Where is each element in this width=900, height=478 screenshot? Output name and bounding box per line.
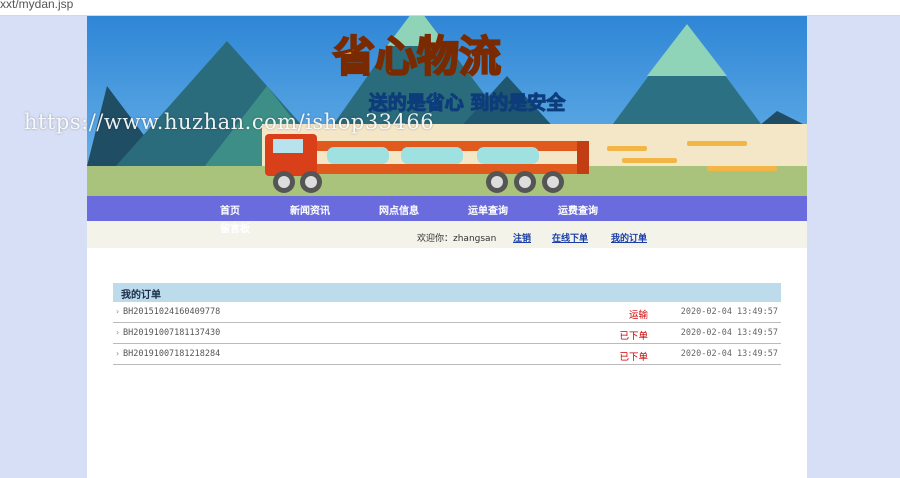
order-number[interactable]: BH20191007181218284 — [123, 349, 220, 359]
order-status: 已下单 — [619, 331, 648, 342]
url-text: xxt/mydan.jsp — [0, 0, 74, 11]
nav-outlets[interactable]: 网点信息 — [379, 202, 419, 217]
order-time: 2020-02-04 13:49:57 — [680, 349, 778, 359]
place-order-link[interactable]: 在线下单 — [552, 231, 588, 244]
banner: 省心物流 送的是省心 到的是安全 — [87, 16, 807, 196]
main-nav: 首页 新闻资讯 网点信息 运单查询 运费查询 — [87, 196, 807, 221]
order-time: 2020-02-04 13:49:57 — [680, 328, 778, 338]
user-bar: 留言板 欢迎你：zhangsan 注销 在线下单 我的订单 — [87, 221, 807, 248]
order-status: 已下单 — [619, 352, 648, 363]
order-number[interactable]: BH20191007181137430 — [123, 328, 220, 338]
nav-message-board[interactable]: 留言板 — [220, 220, 250, 235]
order-row[interactable]: › BH20191007181137430 已下单 2020-02-04 13:… — [113, 323, 781, 344]
bullet-arrow-icon: › — [116, 349, 120, 358]
nav-home[interactable]: 首页 — [220, 202, 240, 217]
nav-freight-query[interactable]: 运费查询 — [558, 202, 598, 217]
nav-news[interactable]: 新闻资讯 — [290, 202, 330, 217]
welcome-text: 欢迎你：zhangsan — [417, 234, 497, 244]
banner-illustration: 省心物流 送的是省心 到的是安全 — [87, 16, 807, 196]
order-row[interactable]: › BH20191007181218284 已下单 2020-02-04 13:… — [113, 344, 781, 365]
logout-link[interactable]: 注销 — [513, 231, 531, 244]
order-time: 2020-02-04 13:49:57 — [680, 307, 778, 317]
order-number[interactable]: BH20151024160409778 — [123, 307, 220, 317]
order-row[interactable]: › BH20151024160409778 运输 2020-02-04 13:4… — [113, 302, 781, 323]
orders-panel: 我的订单 › BH20151024160409778 运输 2020-02-04… — [113, 283, 781, 365]
order-status: 运输 — [628, 310, 648, 321]
nav-waybill-query[interactable]: 运单查询 — [468, 202, 508, 217]
orders-title: 我的订单 — [121, 290, 161, 301]
address-bar[interactable]: xxt/mydan.jsp — [0, 0, 900, 16]
banner-slogan: 送的是省心 到的是安全 — [369, 91, 567, 114]
bullet-arrow-icon: › — [116, 328, 120, 337]
my-orders-link[interactable]: 我的订单 — [611, 231, 647, 244]
banner-title: 省心物流 — [333, 32, 501, 81]
page-container: 省心物流 送的是省心 到的是安全 首页 新闻资讯 网点信息 运单查询 运费查询 … — [87, 16, 807, 478]
bullet-arrow-icon: › — [116, 307, 120, 316]
orders-header: 我的订单 — [113, 283, 781, 302]
